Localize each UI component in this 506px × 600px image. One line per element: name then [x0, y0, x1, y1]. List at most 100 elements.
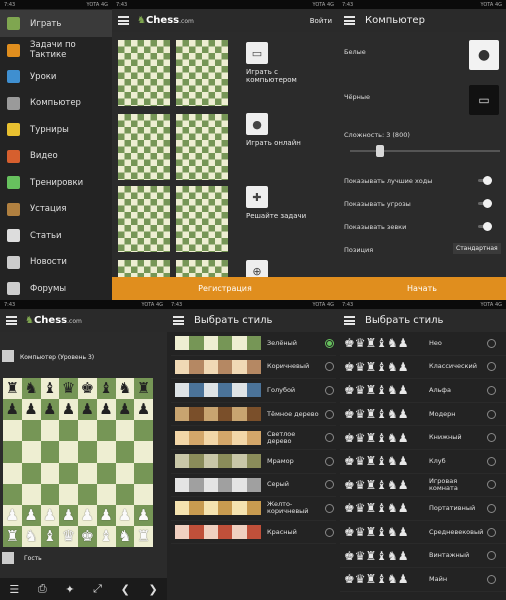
chess-piece[interactable]: ♞ — [118, 528, 131, 544]
board-square[interactable] — [134, 483, 153, 505]
board-square[interactable]: ♟ — [96, 399, 116, 421]
menu-item[interactable]: Уроки — [0, 63, 112, 90]
board-style-row[interactable]: Светлое дерево — [171, 426, 336, 450]
chess-piece[interactable]: ♝ — [43, 381, 56, 396]
forward-icon[interactable]: ❯ — [148, 583, 157, 596]
home-action[interactable]: ✚ Решайте задачи — [246, 186, 328, 220]
board-style-row[interactable]: Желто-коричневый — [171, 497, 336, 521]
white-side-button[interactable]: ● — [469, 40, 499, 70]
game-thumbnail[interactable] — [118, 114, 170, 180]
chess-piece[interactable]: ♛ — [62, 381, 75, 396]
chess-piece[interactable]: ♜ — [6, 381, 19, 396]
game-thumbnail[interactable] — [176, 186, 228, 252]
chess-piece[interactable]: ♟ — [43, 402, 56, 417]
chess-piece[interactable]: ♟ — [99, 402, 112, 417]
piece-set-row[interactable]: ♚♛♜♝♞♟ Майн — [340, 568, 506, 592]
home-action[interactable]: ● Играть онлайн — [246, 113, 328, 147]
hamburger-menu-icon[interactable] — [173, 316, 184, 325]
board-style-row[interactable]: Зелёный — [171, 332, 336, 356]
radio-button[interactable] — [487, 480, 496, 490]
piece-set-row[interactable]: ♚♛♜♝♞♟ Модерн — [340, 403, 506, 427]
board-square[interactable]: ♟ — [40, 399, 60, 421]
board-square[interactable]: ♜ — [134, 525, 153, 547]
login-link[interactable]: Войти — [310, 17, 332, 25]
start-button[interactable]: Начать — [338, 277, 506, 300]
board-square[interactable] — [78, 441, 97, 463]
menu-item[interactable]: Турниры — [0, 116, 112, 143]
board-square[interactable]: ♝ — [40, 525, 60, 547]
board-style-row[interactable]: Коричневый — [171, 356, 336, 380]
chess-piece[interactable]: ♟ — [99, 507, 112, 523]
piece-set-row[interactable]: ♚♛♜♝♞♟ Книжный — [340, 426, 506, 450]
chess-piece[interactable]: ♟ — [81, 507, 94, 523]
chess-piece[interactable]: ♞ — [118, 381, 131, 396]
board-square[interactable]: ♞ — [115, 525, 135, 547]
board-square[interactable]: ♜ — [3, 378, 22, 400]
computer-icon[interactable]: ⎙ — [38, 582, 47, 596]
hamburger-menu-icon[interactable] — [118, 16, 129, 25]
piece-set-row[interactable]: ♚♛♜♝♞♟ Игровая комната — [340, 474, 506, 498]
board-square[interactable]: ♞ — [21, 525, 41, 547]
list-icon[interactable]: ☰ — [9, 583, 19, 596]
radio-button[interactable] — [325, 362, 334, 372]
chess-piece[interactable]: ♟ — [62, 507, 75, 523]
slider-knob[interactable] — [375, 145, 384, 157]
board-square[interactable] — [21, 441, 41, 463]
board-square[interactable]: ♞ — [115, 378, 135, 400]
hamburger-menu-icon[interactable] — [6, 316, 17, 325]
menu-item[interactable]: Компьютер — [0, 90, 112, 117]
radio-button[interactable] — [325, 527, 334, 537]
board-square[interactable] — [78, 483, 97, 505]
board-square[interactable] — [96, 462, 116, 484]
radio-button[interactable] — [487, 385, 496, 395]
board-square[interactable] — [115, 483, 135, 505]
board-square[interactable]: ♜ — [3, 525, 22, 547]
board-style-row[interactable]: Голубой — [171, 379, 336, 403]
difficulty-slider[interactable] — [350, 145, 500, 157]
board-square[interactable] — [134, 441, 153, 463]
board-square[interactable] — [21, 483, 41, 505]
board-square[interactable] — [3, 441, 22, 463]
chess-piece[interactable]: ♟ — [24, 507, 37, 523]
board-square[interactable]: ♝ — [40, 378, 60, 400]
board-square[interactable]: ♟ — [78, 399, 97, 421]
radio-button[interactable] — [487, 362, 496, 372]
board-square[interactable]: ♟ — [3, 504, 22, 526]
board-style-row[interactable]: Красный — [171, 521, 336, 545]
board-square[interactable]: ♟ — [21, 399, 41, 421]
board-square[interactable] — [96, 441, 116, 463]
board-square[interactable]: ♝ — [96, 525, 116, 547]
hamburger-menu-icon[interactable] — [344, 16, 355, 25]
chess-piece[interactable]: ♟ — [43, 507, 56, 523]
chess-piece[interactable]: ♟ — [137, 402, 150, 417]
board-square[interactable] — [96, 483, 116, 505]
board-square[interactable]: ♝ — [96, 378, 116, 400]
board-square[interactable]: ♚ — [78, 378, 97, 400]
menu-item[interactable]: Играть — [0, 10, 112, 37]
register-button[interactable]: Регистрация — [112, 277, 338, 300]
board-square[interactable]: ♟ — [21, 504, 41, 526]
toggle-switch[interactable] — [478, 176, 492, 185]
radio-button[interactable] — [487, 433, 496, 443]
game-thumbnail[interactable] — [176, 40, 228, 106]
board-square[interactable]: ♟ — [134, 504, 153, 526]
piece-set-row[interactable]: ♚♛♜♝♞♟ Классический — [340, 356, 506, 380]
board-square[interactable]: ♞ — [21, 378, 41, 400]
radio-button[interactable] — [487, 338, 496, 348]
board-square[interactable] — [115, 462, 135, 484]
piece-set-row[interactable]: ♚♛♜♝♞♟ Винтажный — [340, 544, 506, 568]
board-square[interactable]: ♟ — [115, 504, 135, 526]
board-square[interactable] — [78, 420, 97, 442]
radio-button[interactable] — [487, 527, 496, 537]
board-style-row[interactable]: Мрамор — [171, 450, 336, 474]
chess-board[interactable]: ♜ ♞ ♝ ♛ ♚ ♝ ♞ ♜ ♟ ♟ ♟ ♟ ♟ ♟ ♟ ♟ ♟ ♟ ♟ ♟ ♟ ♟ ♟ ♟ ♜ ♞ ♝ ♛ ♚ ♝ ♞ ♜ — [3, 378, 153, 547]
board-square[interactable] — [21, 420, 41, 442]
board-square[interactable] — [115, 420, 135, 442]
radio-button[interactable] — [325, 409, 334, 419]
chess-piece[interactable]: ♞ — [24, 528, 37, 544]
toggle-switch[interactable] — [478, 222, 492, 231]
black-side-button[interactable]: ▭ — [469, 85, 499, 115]
board-square[interactable]: ♛ — [59, 378, 78, 400]
chess-piece[interactable]: ♜ — [6, 528, 19, 544]
board-square[interactable] — [78, 462, 97, 484]
